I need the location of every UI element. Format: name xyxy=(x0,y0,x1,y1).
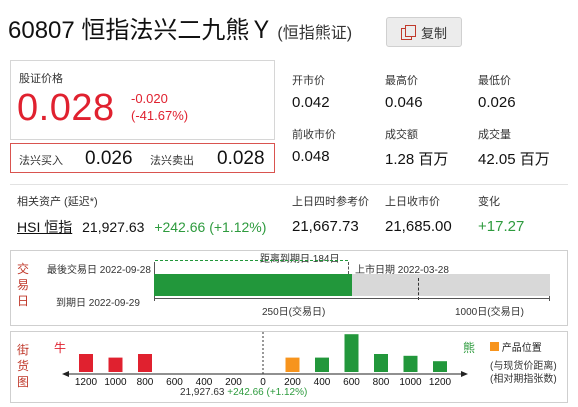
variance-value: +17.27 xyxy=(478,218,525,235)
bear-bar-400 xyxy=(315,357,329,372)
low-value: 0.026 xyxy=(478,94,516,111)
timeline-elapsed-bar xyxy=(154,274,352,296)
days-1000-label: 1000日(交易日) xyxy=(455,307,524,318)
bear-bar-1000 xyxy=(403,355,418,372)
axis-tick xyxy=(549,296,550,301)
tick-label: 800 xyxy=(137,377,154,388)
ref4-label: 上日四时参考价 xyxy=(292,196,369,208)
underlying-change: +242.66 (+1.12%) xyxy=(154,219,267,235)
product-legend-label: 产品位置 xyxy=(501,343,542,354)
axis-arrow-right xyxy=(461,371,468,377)
price-value: 0.028 xyxy=(17,87,115,129)
prev-close-label: 前收市价 xyxy=(292,129,336,141)
bid-ask-panel: 法兴买入 0.026 法兴卖出 0.028 xyxy=(10,143,275,173)
tick-label: 1000 xyxy=(399,377,422,388)
tick-label: 400 xyxy=(314,377,331,388)
tick-label: 1200 xyxy=(429,377,452,388)
bull-bar-1200 xyxy=(79,354,93,372)
ref4-value: 21,667.73 xyxy=(292,218,359,235)
bull-bar-800 xyxy=(138,354,152,372)
trading-day-side-label: 交 易 日 xyxy=(16,262,29,308)
open-value: 0.042 xyxy=(292,94,330,111)
footer-price: 21,927.63 xyxy=(180,387,225,398)
volume-label: 成交量 xyxy=(478,129,511,141)
product-legend-swatch xyxy=(490,342,499,351)
bear-bar-600 xyxy=(344,334,359,372)
code-name: 60807 恒指法兴二九熊Ｙ xyxy=(8,17,274,44)
timeline-250-marker xyxy=(418,278,419,300)
price-change-pct: (-41.67%) xyxy=(131,108,189,123)
bull-bar-1000 xyxy=(108,357,123,372)
copy-button[interactable]: 复制 xyxy=(386,17,462,47)
tick-label: 600 xyxy=(343,377,360,388)
high-value: 0.046 xyxy=(385,94,423,111)
turnover-label: 成交额 xyxy=(385,129,418,141)
note-line2: (相对期指张数) xyxy=(490,374,557,385)
footer-change: +242.66 (+1.12%) xyxy=(227,387,308,398)
buy-value: 0.026 xyxy=(85,148,133,169)
copy-label: 复制 xyxy=(420,25,447,41)
underlying-row: HSI 恒指 21,927.63 +242.66 (+1.12%) xyxy=(17,217,266,237)
sell-value: 0.028 xyxy=(217,148,265,169)
price-label: 股证价格 xyxy=(19,73,63,85)
timeline-remaining-bar xyxy=(352,274,550,296)
volume-value: 42.05 百万 xyxy=(478,151,550,168)
listing-marker xyxy=(348,262,349,274)
underlying-label: 相关资产 (延迟*) xyxy=(17,196,98,208)
bear-bar-200 xyxy=(285,357,300,372)
last-trade-date: 最後交易日 2022-09-28 xyxy=(47,265,151,276)
divider xyxy=(10,184,568,185)
days-250-label: 250日(交易日) xyxy=(262,307,326,318)
prev-close-ref-value: 21,685.00 xyxy=(385,218,452,235)
bear-bar-800 xyxy=(374,354,388,372)
turnover-value: 1.28 百万 xyxy=(385,151,449,168)
street-goods-side-label: 街 货 图 xyxy=(16,343,29,389)
prev-close-ref-label: 上日收市价 xyxy=(385,196,440,208)
copy-icon xyxy=(400,25,416,40)
timeline-axis xyxy=(154,298,550,299)
sell-label: 法兴卖出 xyxy=(150,155,194,167)
product-legend: 产品位置 xyxy=(490,339,542,354)
remaining-days: 距离到期日 184日 xyxy=(260,254,340,265)
warrant-type: (恒指熊证) xyxy=(277,25,353,42)
street-footer: 21,927.63 +242.66 (+1.12%) xyxy=(180,387,307,398)
axis-tick xyxy=(154,296,155,301)
tick-label: 1200 xyxy=(75,377,98,388)
remaining-bracket xyxy=(155,260,348,261)
high-label: 最高价 xyxy=(385,75,418,87)
buy-label: 法兴买入 xyxy=(19,155,63,167)
expiry-date: 到期日 2022-09-29 xyxy=(56,298,140,309)
variance-label: 变化 xyxy=(478,196,500,208)
price-change: -0.020 xyxy=(131,91,168,106)
tick-label: 1000 xyxy=(104,377,127,388)
bear-bar-1200 xyxy=(433,361,447,372)
open-label: 开市价 xyxy=(292,75,325,87)
underlying-price: 21,927.63 xyxy=(82,219,145,235)
axis-arrow-left xyxy=(62,371,69,377)
low-label: 最低价 xyxy=(478,75,511,87)
warrant-title: 60807 恒指法兴二九熊Ｙ (恒指熊证) xyxy=(8,10,352,45)
price-panel: 股证价格 0.028 -0.020 (-41.67%) xyxy=(10,60,275,140)
underlying-link[interactable]: HSI 恒指 xyxy=(17,219,72,235)
tick-label: 800 xyxy=(373,377,390,388)
prev-close-value: 0.048 xyxy=(292,148,330,165)
